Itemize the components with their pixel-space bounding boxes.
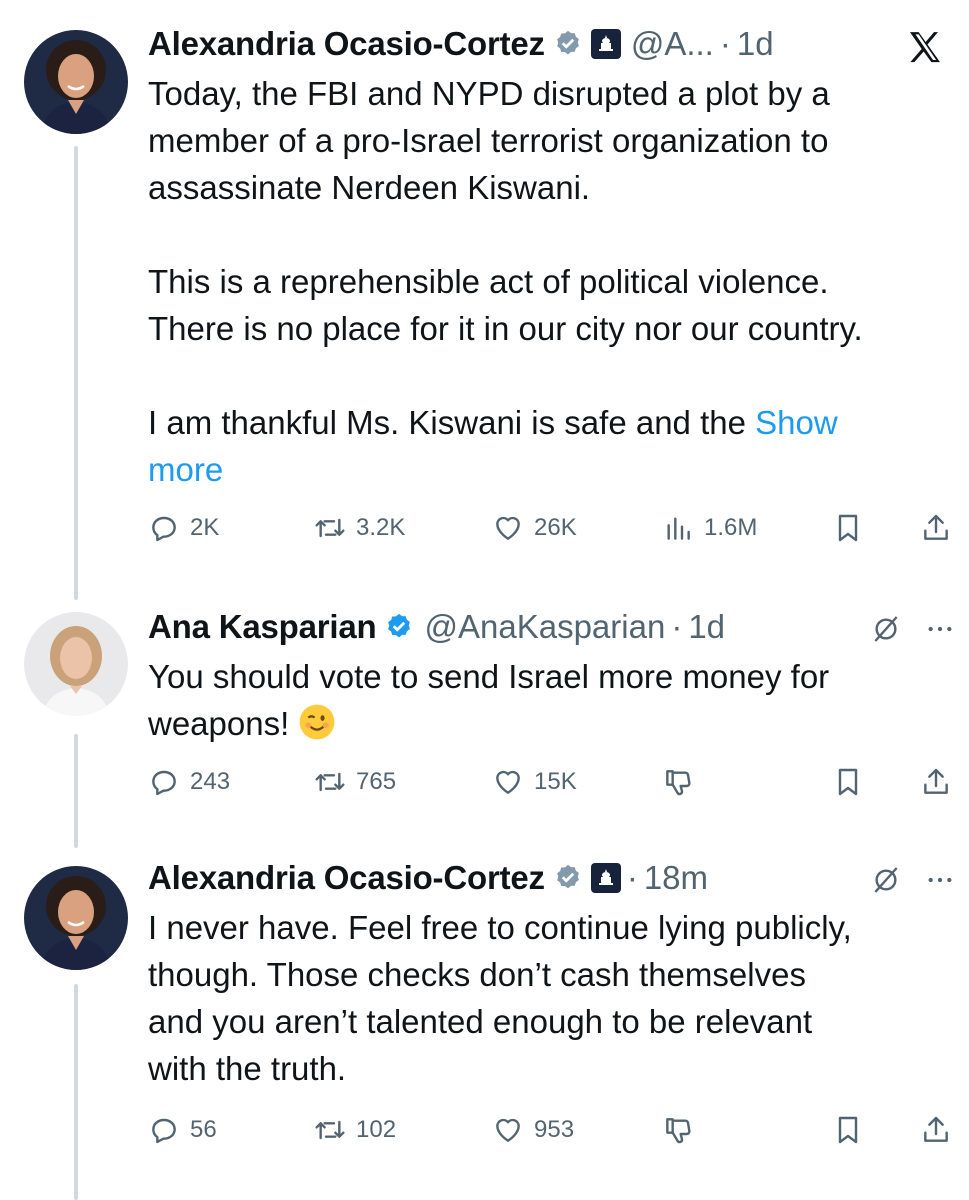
dislike-icon[interactable] (662, 766, 694, 798)
reply-count: 56 (190, 1116, 217, 1143)
tweet[interactable]: Alexandria Ocasio-Cortez · 18m I never h… (148, 852, 953, 1092)
bookmark-icon[interactable] (832, 766, 864, 798)
author-handle[interactable]: @A... (631, 25, 714, 63)
tweet[interactable]: Ana Kasparian @AnaKasparian · 1d You sho… (148, 601, 953, 747)
view-count: 1.6M (704, 514, 758, 541)
timestamp[interactable]: 1d (688, 608, 725, 646)
views-button[interactable]: 1.6M (662, 512, 757, 544)
tweet-header: Alexandria Ocasio-Cortez · 18m (148, 852, 953, 904)
retweet-icon (315, 1120, 345, 1140)
action-bar: 2K 3.2K 26K 1.6M (148, 512, 953, 552)
reply-icon (152, 1118, 176, 1144)
retweet-count: 3.2K (356, 514, 406, 541)
avatar[interactable] (24, 612, 128, 716)
author-handle[interactable]: @AnaKasparian (424, 608, 665, 646)
retweet-button[interactable]: 765 (314, 766, 396, 798)
reply-count: 2K (190, 514, 220, 541)
government-badge-icon (590, 29, 621, 59)
like-button[interactable]: 953 (492, 1114, 574, 1146)
views-icon (667, 517, 690, 540)
like-icon (496, 516, 520, 540)
avatar[interactable] (24, 30, 128, 134)
separator-dot: · (626, 859, 638, 896)
thread-line (74, 984, 78, 1200)
show-more-link[interactable]: Show (755, 404, 838, 441)
like-icon (496, 1118, 520, 1142)
like-icon (496, 770, 520, 794)
bookmark-icon[interactable] (832, 1114, 864, 1146)
more-icon[interactable] (924, 613, 956, 645)
thread-line (74, 734, 78, 848)
retweet-count: 765 (356, 768, 397, 795)
like-count: 953 (534, 1116, 575, 1143)
verified-badge-icon (388, 613, 411, 638)
reply-button[interactable]: 2K (148, 512, 219, 544)
author-name[interactable]: Ana Kasparian (148, 608, 377, 646)
verified-badge-icon (556, 864, 579, 889)
like-count: 15K (534, 768, 577, 795)
tweet-text: You should vote to send Israel more mone… (148, 653, 953, 747)
timestamp[interactable]: 1d (737, 25, 774, 63)
grok-icon[interactable] (870, 864, 902, 896)
timestamp[interactable]: 18m (644, 859, 708, 897)
retweet-button[interactable]: 3.2K (314, 512, 405, 544)
tweet-text: I never have. Feel free to continue lyin… (148, 909, 852, 1087)
share-icon[interactable] (920, 512, 952, 544)
reply-button[interactable]: 243 (148, 766, 230, 798)
tweet-text: Today, the FBI and NYPD disrupted a plot… (148, 70, 953, 493)
avatar[interactable] (24, 866, 128, 970)
share-icon[interactable] (920, 1114, 952, 1146)
share-icon[interactable] (920, 766, 952, 798)
thread-line (74, 146, 78, 600)
reply-button[interactable]: 56 (148, 1114, 217, 1146)
show-more-link-continued[interactable]: more (148, 451, 223, 488)
reply-icon (152, 516, 176, 542)
separator-dot: · (719, 25, 731, 62)
dislike-icon[interactable] (662, 1114, 694, 1146)
author-name[interactable]: Alexandria Ocasio-Cortez (148, 859, 545, 897)
government-badge-icon (590, 863, 621, 893)
more-icon[interactable] (924, 864, 956, 896)
retweet-icon (315, 518, 345, 538)
author-name[interactable]: Alexandria Ocasio-Cortez (148, 25, 545, 63)
grok-icon[interactable] (870, 613, 902, 645)
action-bar: 56 102 953 (148, 1114, 953, 1154)
like-button[interactable]: 15K (492, 766, 577, 798)
like-button[interactable]: 26K (492, 512, 577, 544)
separator-dot: · (671, 608, 683, 645)
retweet-count: 102 (356, 1116, 397, 1143)
bookmark-icon[interactable] (832, 512, 864, 544)
tweet-body: Today, the FBI and NYPD disrupted a plot… (148, 75, 863, 441)
action-bar: 243 765 15K (148, 766, 953, 806)
tweet-body: You should vote to send Israel more mone… (148, 658, 830, 742)
like-count: 26K (534, 514, 577, 541)
retweet-button[interactable]: 102 (314, 1114, 396, 1146)
reply-count: 243 (190, 768, 231, 795)
tweet-header: Ana Kasparian @AnaKasparian · 1d (148, 601, 953, 653)
winking-face-emoji (300, 704, 335, 740)
tweet-header: Alexandria Ocasio-Cortez @A... · 1d (148, 18, 953, 70)
tweet[interactable]: Alexandria Ocasio-Cortez @A... · 1d Toda… (148, 18, 953, 493)
verified-badge-icon (556, 30, 579, 55)
reply-icon (152, 770, 176, 796)
retweet-icon (315, 772, 345, 792)
